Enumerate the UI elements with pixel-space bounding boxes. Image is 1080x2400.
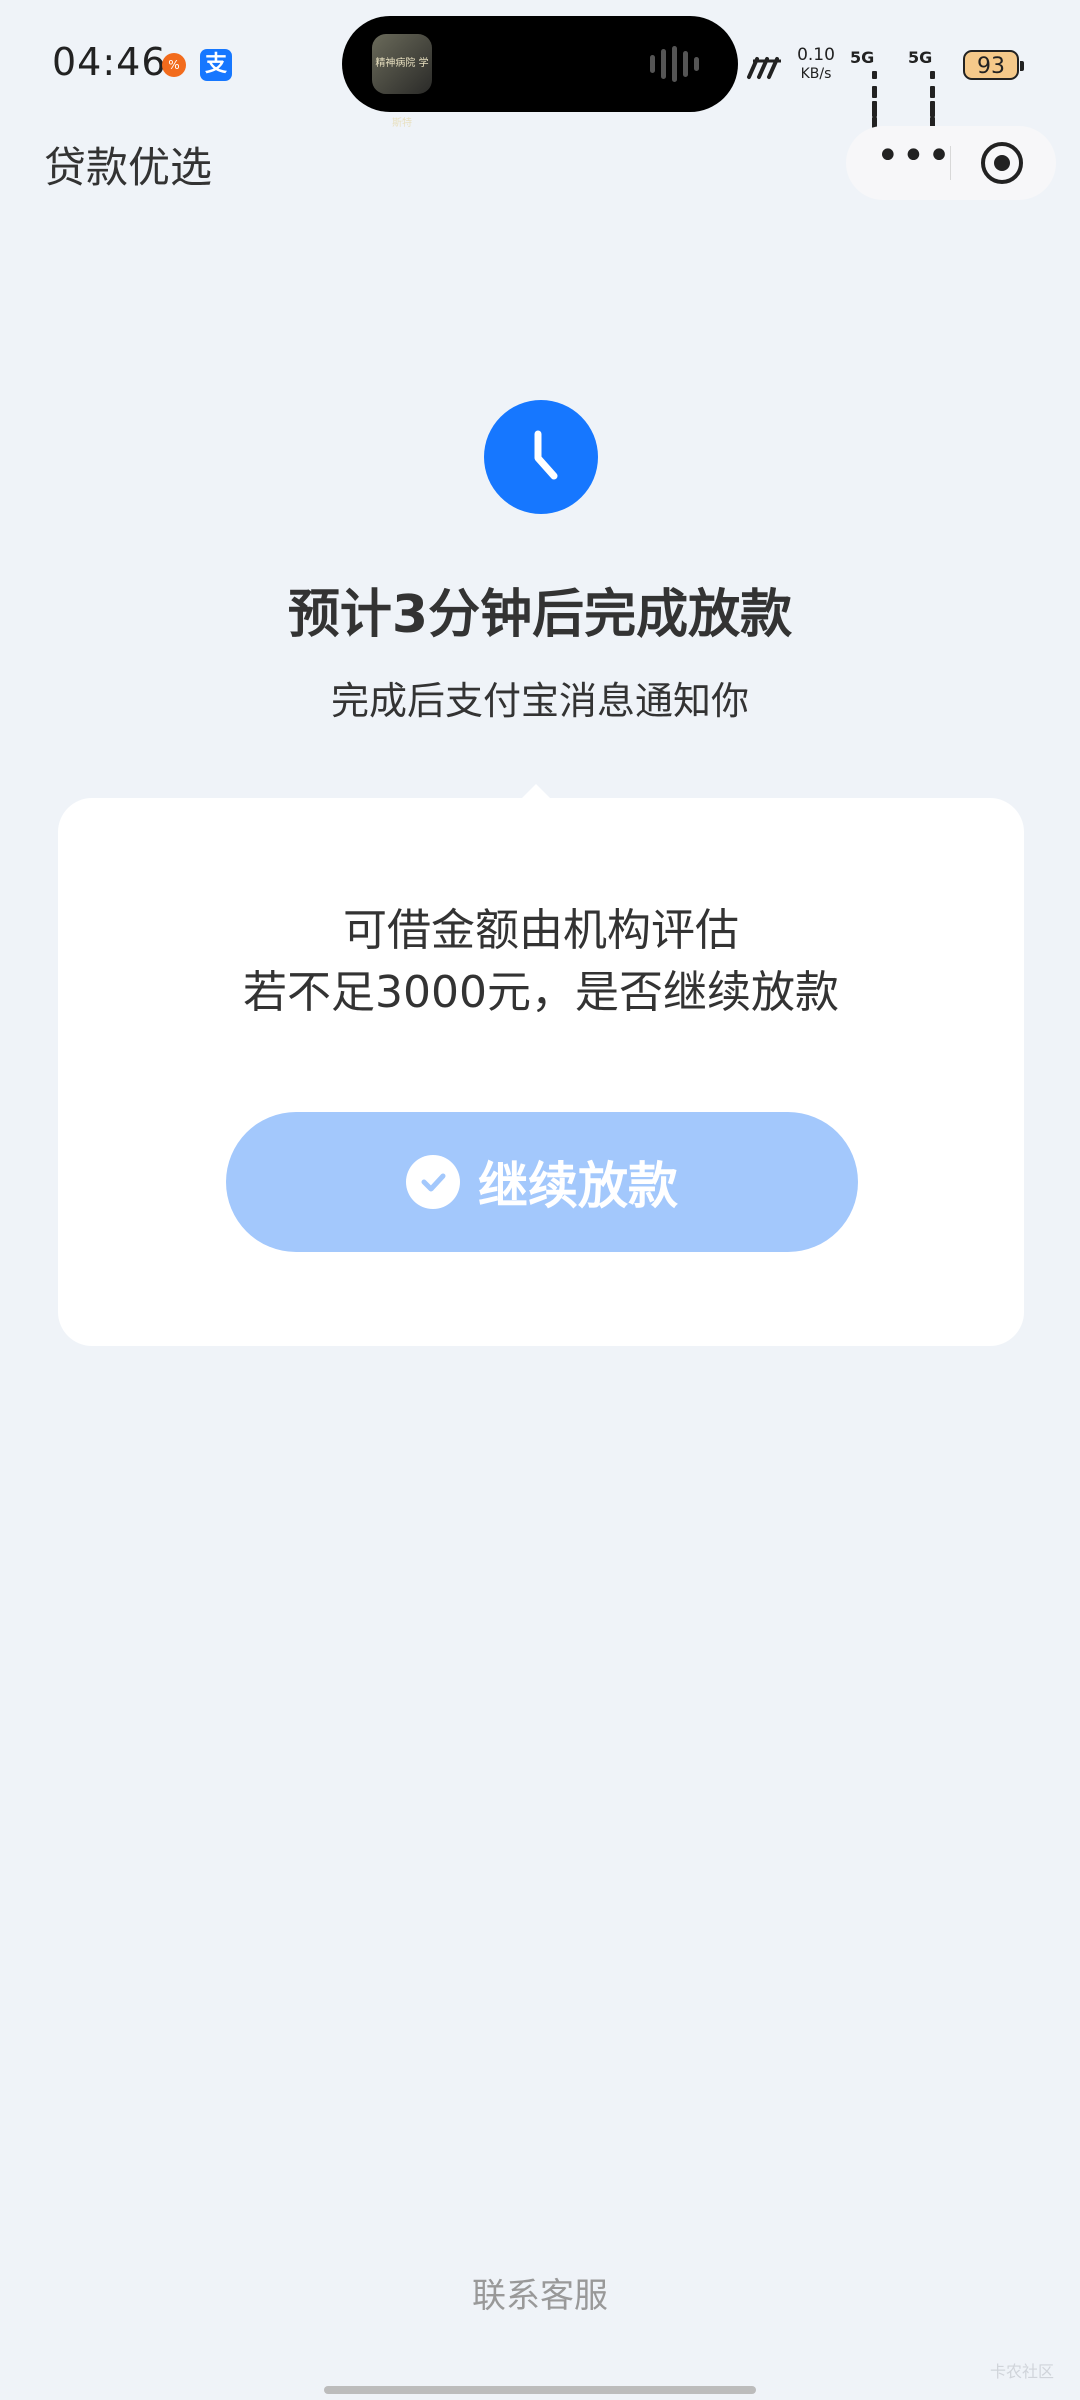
clock-icon xyxy=(484,400,598,514)
page-title: 贷款优选 xyxy=(44,143,213,192)
signal-2-label: 5G xyxy=(908,48,933,67)
capsule-divider xyxy=(950,146,951,180)
miniapp-capsule: ••• xyxy=(846,126,1056,200)
target-circle-icon[interactable] xyxy=(980,141,1024,185)
continue-loan-label: 继续放款 xyxy=(478,1157,678,1215)
battery-icon: 93 xyxy=(963,50,1024,80)
continue-loan-button[interactable]: 继续放款 xyxy=(226,1112,858,1252)
more-dots-icon[interactable]: ••• xyxy=(876,136,951,180)
audio-wave-icon xyxy=(650,46,710,82)
check-circle-icon xyxy=(406,1155,460,1209)
nfc-icon xyxy=(747,57,781,79)
status-time: 04:46 xyxy=(52,40,167,84)
status-subline: 完成后支付宝消息通知你 xyxy=(330,679,749,723)
signal-1-label: 5G xyxy=(850,48,875,67)
media-thumbnail: 精神病院 学斯特 xyxy=(372,34,432,129)
status-headline: 预计3分钟后完成放款 xyxy=(287,585,793,645)
card-text-line-1: 可借金额由机构评估 xyxy=(343,905,739,956)
network-speed-value: 0.10 xyxy=(797,45,835,65)
contact-support-link[interactable]: 联系客服 xyxy=(0,2268,1080,2317)
card-text-line-2: 若不足3000元，是否继续放款 xyxy=(243,967,839,1018)
alipay-notification-icon: 支 xyxy=(200,49,232,81)
network-speed: 0.10 KB/s xyxy=(795,46,837,84)
network-speed-unit: KB/s xyxy=(800,66,832,82)
notification-app-icon: % xyxy=(162,53,186,77)
dynamic-island[interactable]: 精神病院 学斯特 xyxy=(342,16,738,129)
status-bar: 04:46 % 支 精神病院 学斯特 0.10 KB/s 5G 5G 93 xyxy=(0,0,1080,161)
home-indicator[interactable] xyxy=(324,2386,756,2394)
loan-confirm-card: 可借金额由机构评估 若不足3000元，是否继续放款 继续放款 xyxy=(58,784,1024,1346)
watermark: 卡农社区 xyxy=(990,2362,1055,2381)
